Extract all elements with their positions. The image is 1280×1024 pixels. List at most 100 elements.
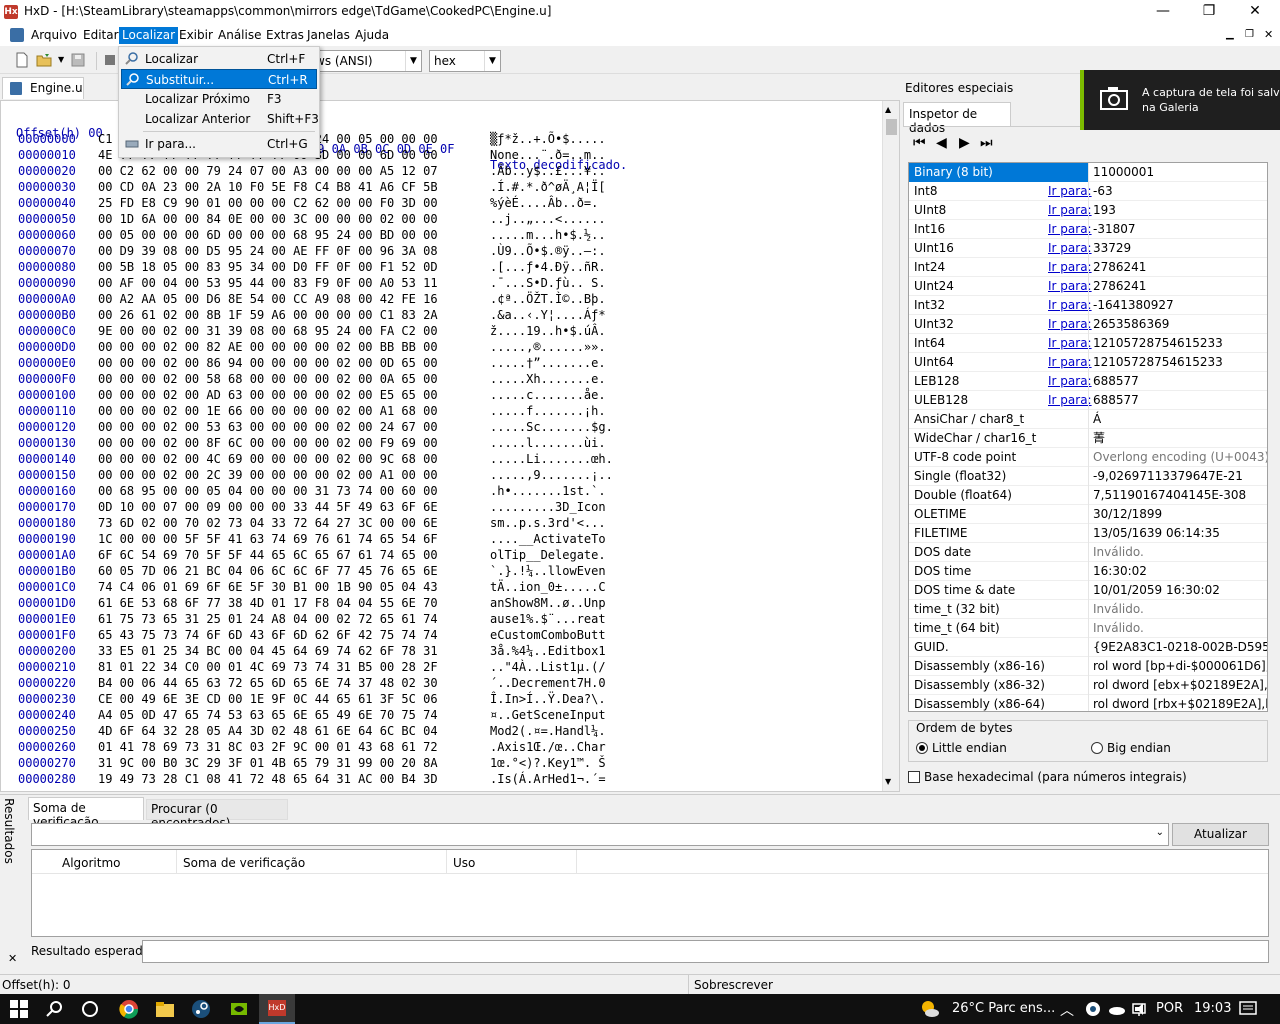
inspector-value[interactable]: -1641380927: [1093, 296, 1267, 315]
next-record-icon[interactable]: ▶: [959, 135, 970, 151]
goto-link[interactable]: Ir para:: [1048, 220, 1092, 239]
data-inspector-table[interactable]: Binary (8 bit) 11000001 Int8 Ir para: -63 UIn…: [908, 162, 1268, 712]
column-checksum[interactable]: Soma de verificação: [183, 856, 305, 870]
inspector-row[interactable]: UInt24 Ir para: 2786241: [909, 277, 1267, 296]
column-algorithm[interactable]: Algoritmo: [62, 856, 121, 870]
inspector-row[interactable]: DOS date Inválido.: [909, 543, 1267, 562]
inspector-row[interactable]: UInt16 Ir para: 33729: [909, 239, 1267, 258]
mdi-minimize-icon[interactable]: ▁: [1226, 29, 1234, 40]
inspector-value[interactable]: 12105728754615233: [1093, 353, 1267, 372]
inspector-row[interactable]: Int64 Ir para: 12105728754615233: [909, 334, 1267, 353]
open-folder-icon[interactable]: [36, 52, 52, 68]
goto-link[interactable]: Ir para:: [1048, 334, 1092, 353]
inspector-value[interactable]: -63: [1093, 182, 1267, 201]
scroll-thumb[interactable]: [886, 119, 897, 135]
inspector-row[interactable]: DOS time 16:30:02: [909, 562, 1267, 581]
inspector-value[interactable]: Overlong encoding (U+0043): [1093, 448, 1267, 467]
mdi-close-icon[interactable]: ✕: [1264, 28, 1273, 41]
inspector-row[interactable]: OLETIME 30/12/1899: [909, 505, 1267, 524]
chevron-up-icon[interactable]: ︿: [1060, 1000, 1074, 1020]
inspector-row[interactable]: UInt8 Ir para: 193: [909, 201, 1267, 220]
encoding-select[interactable]: ws (ANSI) ▼: [310, 50, 422, 72]
previous-record-icon[interactable]: ◀: [936, 135, 947, 151]
last-record-icon[interactable]: ⏭: [980, 135, 993, 151]
inspector-value[interactable]: Á: [1093, 410, 1267, 429]
menu-arquivo[interactable]: Arquivo: [28, 27, 80, 44]
inspector-row[interactable]: Single (float32) -9,02697113379647E-21: [909, 467, 1267, 486]
restore-button[interactable]: ❐: [1186, 0, 1232, 24]
inspector-row[interactable]: LEB128 Ir para: 688577: [909, 372, 1267, 391]
inspector-value[interactable]: Inválido.: [1093, 543, 1267, 562]
steam-icon[interactable]: [191, 999, 211, 1019]
inspector-row[interactable]: AnsiChar / char8_t Á: [909, 410, 1267, 429]
checksum-table[interactable]: Algoritmo Soma de verificação Uso: [31, 849, 1269, 937]
algorithm-select[interactable]: ⌄: [31, 823, 1169, 846]
goto-link[interactable]: Ir para:: [1048, 315, 1092, 334]
menu-item-localizar-anterior[interactable]: Localizar Anterior Shift+F3: [121, 109, 319, 129]
hex-scrollbar[interactable]: ▲ ▼: [882, 101, 899, 791]
menu-editar[interactable]: Editar: [80, 27, 122, 44]
goto-link[interactable]: Ir para:: [1048, 372, 1092, 391]
menu-localizar[interactable]: Localizar: [119, 27, 179, 44]
menu-item-ir-para[interactable]: Ir para... Ctrl+G: [121, 134, 317, 154]
first-record-icon[interactable]: ⏮: [913, 135, 926, 151]
big-endian-radio[interactable]: [1091, 742, 1103, 754]
inspector-value[interactable]: 688577: [1093, 391, 1267, 410]
menu-exibir[interactable]: Exibir: [176, 27, 216, 44]
hex-editor[interactable]: Offset(h) 00 09 0A 0B 0C 0D 0E 0F Texto …: [0, 100, 900, 792]
hex-base-checkbox[interactable]: [908, 771, 920, 783]
inspector-row[interactable]: Disassembly (x86-32) rol dword [ebx+$0218…: [909, 676, 1267, 695]
inspector-value[interactable]: 16:30:02: [1093, 562, 1267, 581]
menu-analise[interactable]: Análise: [215, 27, 264, 44]
windows-start-icon[interactable]: [9, 999, 29, 1019]
inspector-value[interactable]: {9E2A83C1-0218-002B-D595-2400: [1093, 638, 1267, 657]
inspector-value[interactable]: 12105728754615233: [1093, 334, 1267, 353]
scroll-up-icon[interactable]: ▲: [885, 105, 891, 114]
weather-text[interactable]: 26°C Parc ens...: [952, 1001, 1055, 1016]
goto-link[interactable]: Ir para:: [1048, 182, 1092, 201]
view-select[interactable]: hex ▼: [429, 50, 501, 72]
volume-icon[interactable]: [1133, 999, 1153, 1019]
cortana-icon[interactable]: [80, 999, 100, 1019]
new-file-icon[interactable]: [14, 52, 30, 68]
inspector-row[interactable]: Int16 Ir para: -31807: [909, 220, 1267, 239]
inspector-row[interactable]: WideChar / char16_t 菁: [909, 429, 1267, 448]
hxd-taskbar-button[interactable]: HxD: [259, 994, 295, 1024]
minimize-button[interactable]: —: [1140, 0, 1186, 24]
column-usage[interactable]: Uso: [453, 856, 475, 870]
results-close-icon[interactable]: ✕: [8, 952, 17, 965]
inspector-value[interactable]: rol dword [ebx+$02189E2A],byte: [1093, 676, 1267, 695]
document-icon[interactable]: [10, 28, 24, 42]
language-indicator[interactable]: POR: [1156, 1001, 1183, 1016]
inspector-row[interactable]: FILETIME 13/05/1639 06:14:35: [909, 524, 1267, 543]
menu-janelas[interactable]: Janelas: [304, 27, 353, 44]
inspector-row[interactable]: UInt64 Ir para: 12105728754615233: [909, 353, 1267, 372]
goto-link[interactable]: Ir para:: [1048, 239, 1092, 258]
goto-link[interactable]: Ir para:: [1048, 201, 1092, 220]
screenshot-toast[interactable]: A captura de tela foi salva na Galeria: [1080, 70, 1280, 130]
tab-data-inspector[interactable]: Inspetor de dados: [903, 102, 1011, 135]
close-button[interactable]: ✕: [1232, 0, 1278, 24]
clock[interactable]: 19:03: [1194, 1001, 1231, 1016]
notifications-icon[interactable]: [1238, 999, 1258, 1019]
onedrive-icon[interactable]: [1107, 999, 1127, 1019]
inspector-row[interactable]: Double (float64) 7,51190167404145E-308: [909, 486, 1267, 505]
menu-item-localizar-proximo[interactable]: Localizar Próximo F3: [121, 89, 317, 109]
inspector-value[interactable]: 13/05/1639 06:14:35: [1093, 524, 1267, 543]
menu-ajuda[interactable]: Ajuda: [352, 27, 392, 44]
close-file-icon[interactable]: [102, 52, 118, 68]
inspector-value[interactable]: -9,02697113379647E-21: [1093, 467, 1267, 486]
goto-link[interactable]: Ir para:: [1048, 391, 1092, 410]
inspector-row[interactable]: time_t (64 bit) Inválido.: [909, 619, 1267, 638]
goto-link[interactable]: Ir para:: [1048, 296, 1092, 315]
inspector-row[interactable]: Int32 Ir para: -1641380927: [909, 296, 1267, 315]
inspector-value[interactable]: 2786241: [1093, 277, 1267, 296]
goto-link[interactable]: Ir para:: [1048, 353, 1092, 372]
inspector-value[interactable]: 30/12/1899: [1093, 505, 1267, 524]
inspector-row[interactable]: Disassembly (x86-16) rol word [bp+di-$000…: [909, 657, 1267, 676]
goto-link[interactable]: Ir para:: [1048, 277, 1092, 296]
inspector-row[interactable]: time_t (32 bit) Inválido.: [909, 600, 1267, 619]
menu-item-substituir[interactable]: Substituir... Ctrl+R: [121, 69, 317, 89]
inspector-value[interactable]: 2653586369: [1093, 315, 1267, 334]
chrome-icon[interactable]: [119, 999, 139, 1019]
